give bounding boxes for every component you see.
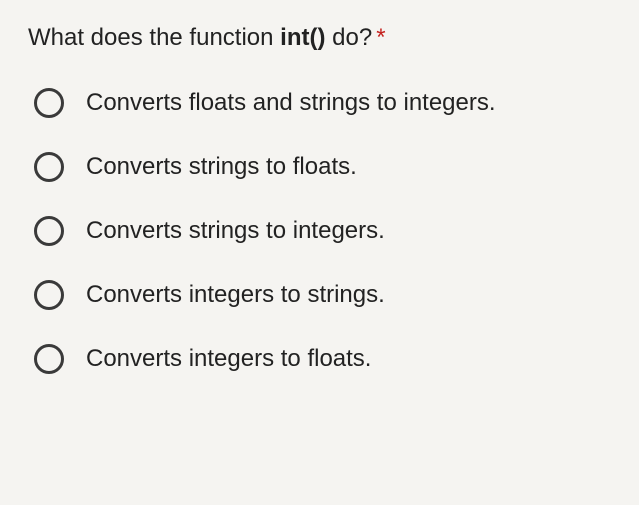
option-0[interactable]: Converts floats and strings to integers.	[34, 88, 611, 118]
option-label: Converts integers to floats.	[86, 345, 371, 373]
question-suffix: do?	[325, 24, 372, 51]
radio-icon[interactable]	[34, 216, 64, 246]
radio-icon[interactable]	[34, 344, 64, 374]
question-prefix: What does the function	[28, 24, 280, 51]
option-label: Converts strings to floats.	[86, 153, 357, 181]
question-bold: int()	[280, 24, 325, 51]
radio-icon[interactable]	[34, 88, 64, 118]
question-text: What does the function int() do?*	[28, 24, 611, 52]
option-label: Converts integers to strings.	[86, 281, 385, 309]
required-asterisk: *	[376, 24, 385, 51]
radio-icon[interactable]	[34, 280, 64, 310]
option-2[interactable]: Converts strings to integers.	[34, 216, 611, 246]
options-group: Converts floats and strings to integers.…	[28, 88, 611, 374]
option-3[interactable]: Converts integers to strings.	[34, 280, 611, 310]
option-4[interactable]: Converts integers to floats.	[34, 344, 611, 374]
option-label: Converts floats and strings to integers.	[86, 89, 496, 117]
radio-icon[interactable]	[34, 152, 64, 182]
option-1[interactable]: Converts strings to floats.	[34, 152, 611, 182]
option-label: Converts strings to integers.	[86, 217, 385, 245]
